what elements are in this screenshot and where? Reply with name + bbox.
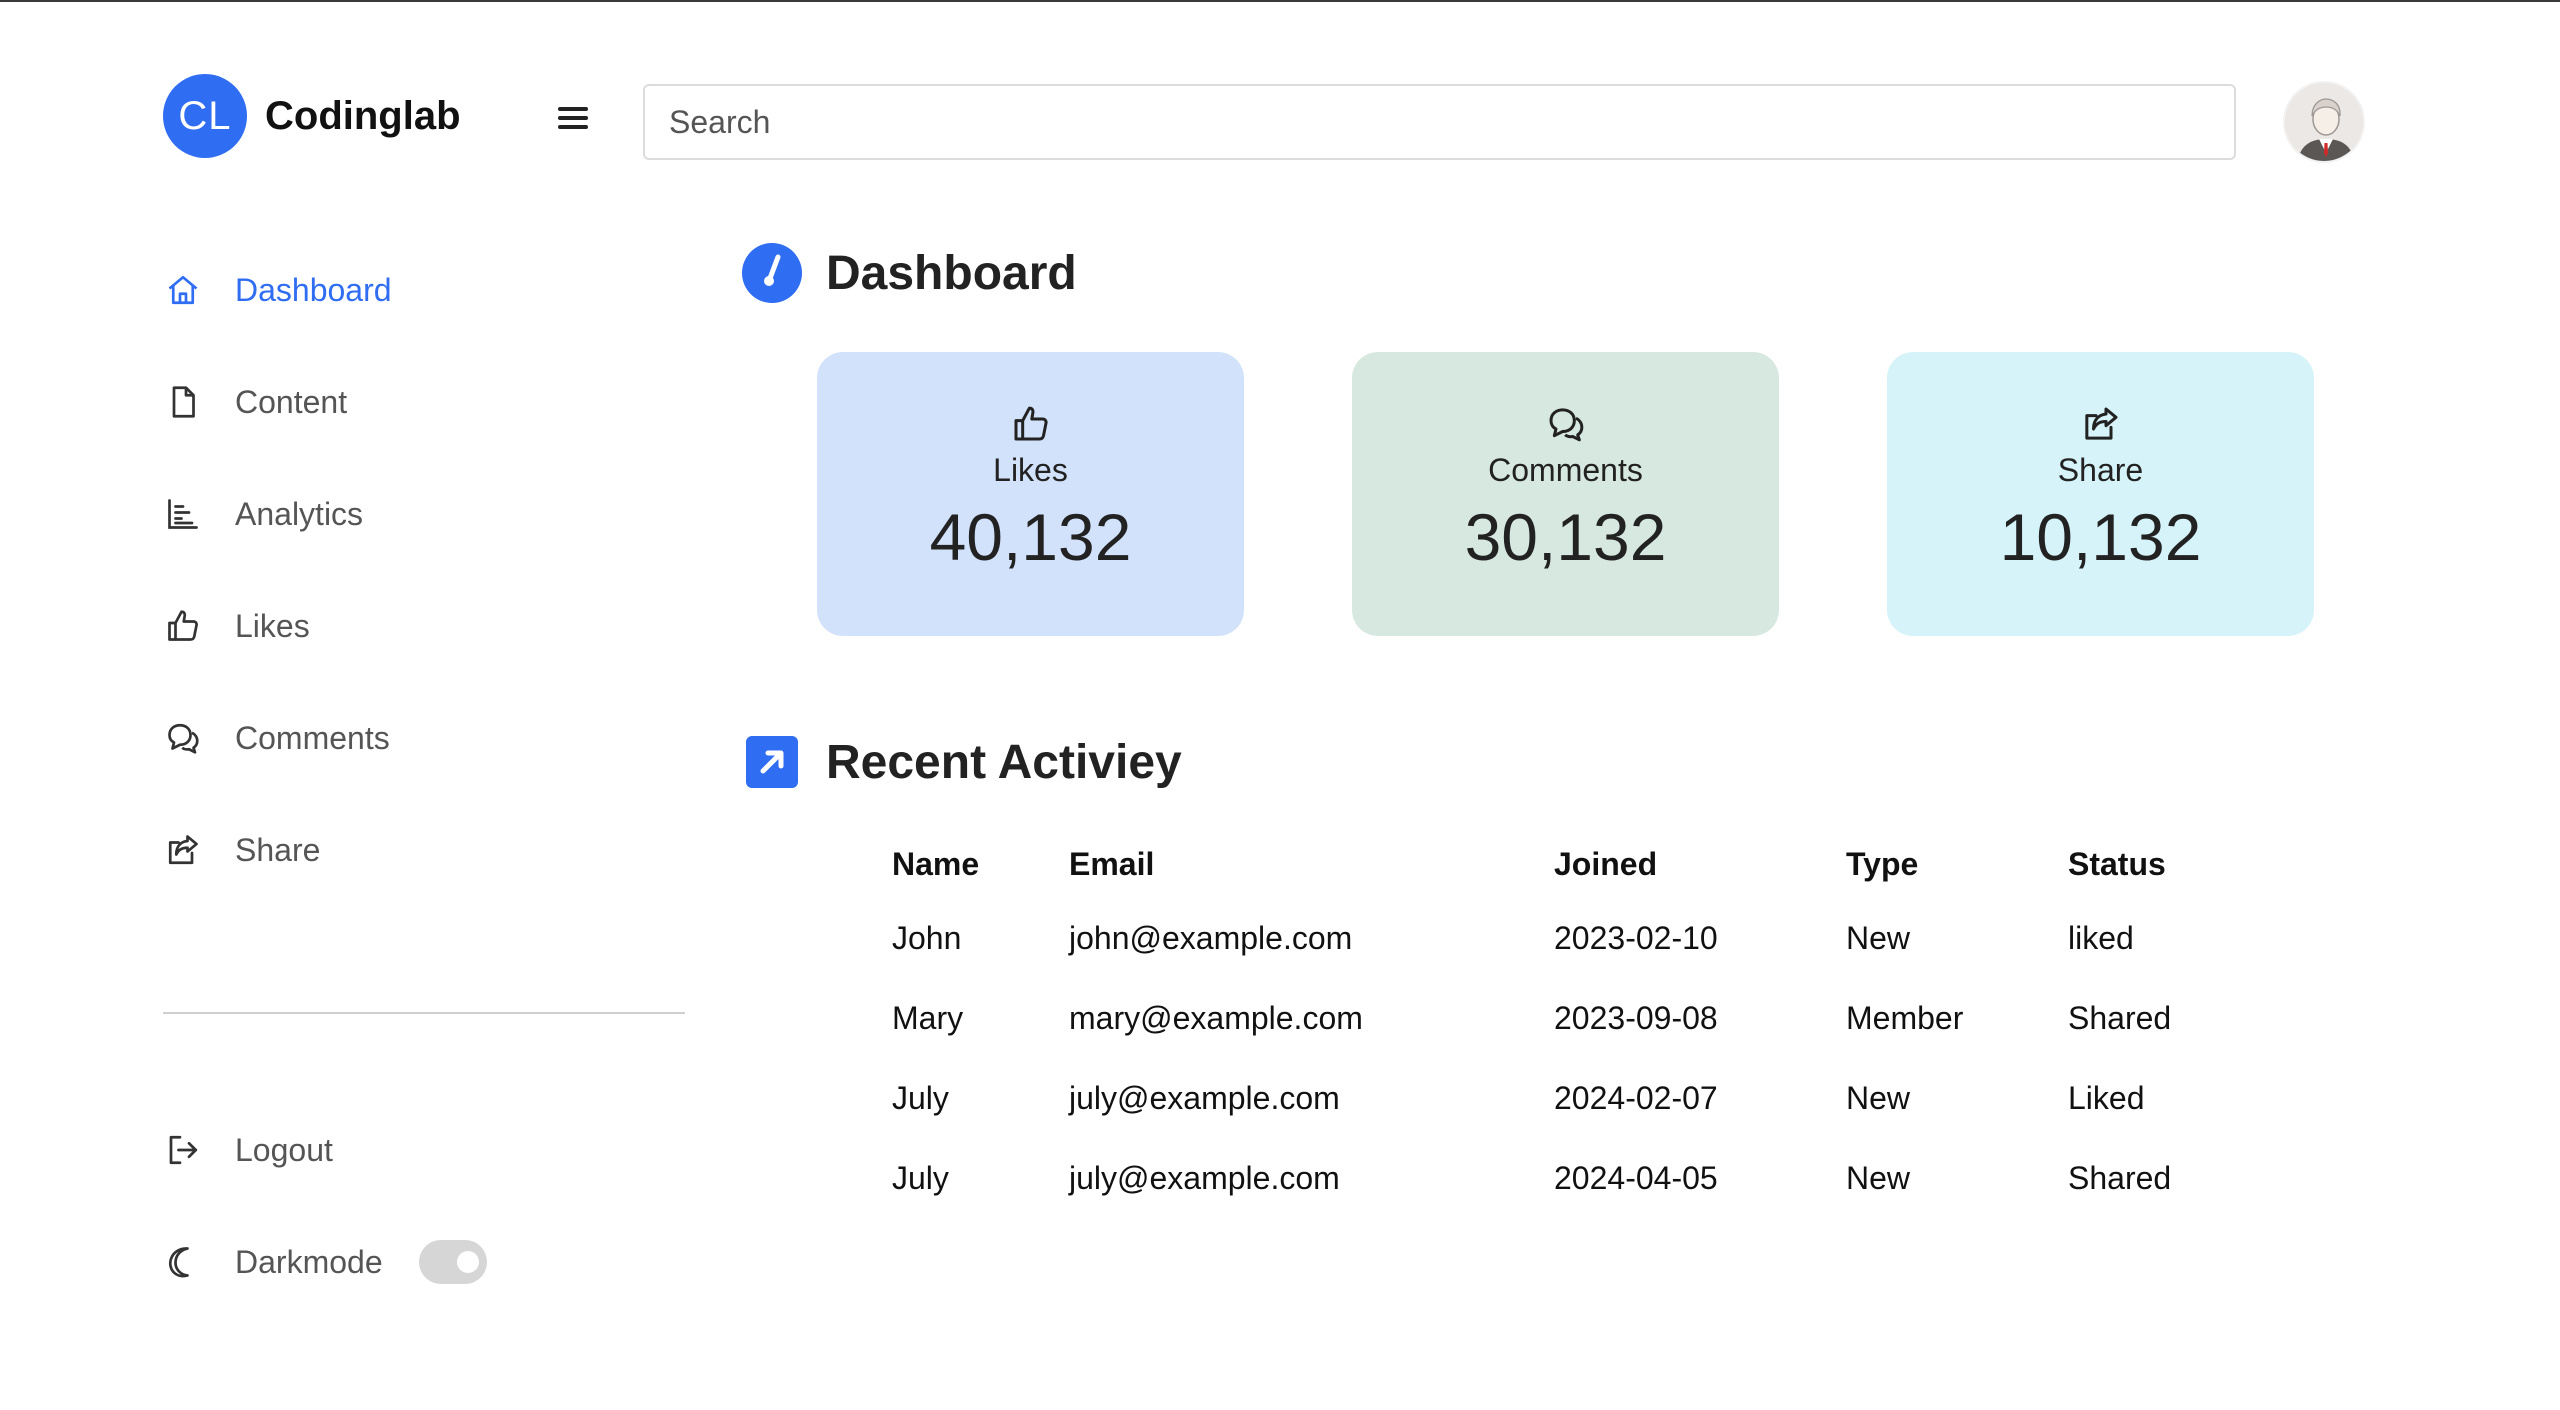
- logout-icon: [163, 1130, 203, 1170]
- column-header-name: Name: [892, 846, 980, 882]
- sidebar-item-comments[interactable]: Comments: [163, 682, 683, 794]
- file-icon: [163, 382, 203, 422]
- dashboard-gauge-icon: [742, 243, 802, 303]
- column-header-joined: Joined: [1554, 846, 1658, 882]
- sidebar-nav: Dashboard Content Analytics Likes Commen…: [163, 234, 683, 906]
- logout-label: Logout: [235, 1131, 333, 1168]
- cell-status: Liked: [2068, 1079, 2145, 1116]
- table-row: July july@example.com 2024-02-07 New Lik…: [892, 1058, 2268, 1138]
- sidebar-item-label: Comments: [235, 719, 390, 756]
- cell-email: july@example.com: [1069, 1079, 1340, 1116]
- cell-email: july@example.com: [1069, 1159, 1340, 1196]
- sidebar-item-share[interactable]: Share: [163, 794, 683, 906]
- cell-type: New: [1846, 1079, 1911, 1116]
- cell-status: Shared: [2068, 999, 2172, 1036]
- stat-card-label: Likes: [993, 452, 1068, 488]
- table-row: July july@example.com 2024-04-05 New Sha…: [892, 1138, 2268, 1218]
- cell-email: mary@example.com: [1069, 999, 1363, 1036]
- cell-email: john@example.com: [1069, 919, 1353, 956]
- cell-joined: 2023-02-10: [1554, 919, 1718, 956]
- section-title: Recent Activiey: [826, 735, 1182, 789]
- stat-cards: Likes 40,132 Comments 30,132 Share 10,13…: [817, 352, 2314, 636]
- brand[interactable]: CL Codinglab: [163, 74, 461, 158]
- comments-icon: [1549, 408, 1583, 442]
- darkmode-toggle[interactable]: [418, 1240, 487, 1284]
- logout-button[interactable]: Logout: [163, 1094, 683, 1206]
- avatar[interactable]: [2283, 81, 2365, 163]
- brand-logo: CL: [163, 74, 247, 158]
- sidebar-item-content[interactable]: Content: [163, 346, 683, 458]
- cell-status: Shared: [2068, 1159, 2172, 1196]
- user-avatar-icon: [2285, 83, 2363, 161]
- cell-name: July: [892, 1159, 949, 1196]
- cell-joined: 2024-04-05: [1554, 1159, 1718, 1196]
- thumbs-up-icon: [163, 606, 203, 646]
- stat-card-comments: Comments 30,132: [1352, 352, 1779, 636]
- recent-activity-table: Name Email Joined Type Status John john@…: [892, 832, 2268, 1218]
- stat-card-label: Share: [2057, 452, 2144, 488]
- stat-card-likes: Likes 40,132: [817, 352, 1244, 636]
- sidebar-item-label: Dashboard: [235, 271, 392, 308]
- dashboard-header: Dashboard: [742, 243, 1077, 303]
- sidebar-item-analytics[interactable]: Analytics: [163, 458, 683, 570]
- cell-name: John: [892, 919, 962, 956]
- top-border: [0, 0, 2560, 2]
- table-row: John john@example.com 2023-02-10 New lik…: [892, 898, 2268, 978]
- sidebar-item-label: Share: [235, 831, 321, 868]
- sidebar-divider: [163, 1012, 685, 1014]
- comments-icon: [163, 718, 203, 758]
- stat-card-value: 30,132: [1464, 500, 1667, 574]
- sidebar-item-dashboard[interactable]: Dashboard: [163, 234, 683, 346]
- recent-activity-header: Recent Activiey: [742, 732, 1182, 792]
- cell-type: New: [1846, 1159, 1911, 1196]
- sidebar-item-label: Content: [235, 383, 348, 420]
- column-header-email: Email: [1069, 846, 1155, 882]
- home-icon: [163, 270, 203, 310]
- sidebar-item-label: Likes: [235, 607, 310, 644]
- sidebar-bottom: Logout Darkmode: [163, 1094, 683, 1318]
- sidebar-item-likes[interactable]: Likes: [163, 570, 683, 682]
- stat-card-label: Comments: [1488, 452, 1643, 488]
- cell-name: Mary: [892, 999, 964, 1036]
- page-title: Dashboard: [826, 246, 1077, 300]
- column-header-status: Status: [2068, 846, 2166, 882]
- share-icon: [163, 830, 203, 870]
- column-header-type: Type: [1846, 846, 1919, 882]
- sidebar-item-label: Analytics: [235, 495, 364, 532]
- arrow-up-right-square-icon: [742, 732, 802, 792]
- brand-name: Codinglab: [265, 93, 461, 138]
- bar-chart-icon: [163, 494, 203, 534]
- table-row: Mary mary@example.com 2023-09-08 Member …: [892, 978, 2268, 1058]
- table-header-row: Name Email Joined Type Status: [892, 832, 2268, 898]
- stat-card-value: 40,132: [929, 500, 1132, 574]
- darkmode-label: Darkmode: [235, 1243, 383, 1280]
- darkmode-row: Darkmode: [163, 1206, 683, 1318]
- stat-card-share: Share 10,132: [1887, 352, 2314, 636]
- moon-icon: [163, 1242, 203, 1282]
- search-input[interactable]: [643, 84, 2236, 160]
- stat-card-value: 10,132: [1999, 500, 2202, 574]
- cell-type: Member: [1846, 999, 1964, 1036]
- thumbs-up-icon: [1014, 406, 1048, 441]
- cell-name: July: [892, 1079, 949, 1116]
- hamburger-menu-icon[interactable]: [555, 102, 591, 138]
- toggle-knob: [456, 1251, 479, 1273]
- cell-joined: 2023-09-08: [1554, 999, 1718, 1036]
- cell-type: New: [1846, 919, 1911, 956]
- cell-status: liked: [2068, 919, 2134, 956]
- cell-joined: 2024-02-07: [1554, 1079, 1718, 1116]
- share-icon: [2084, 407, 2117, 440]
